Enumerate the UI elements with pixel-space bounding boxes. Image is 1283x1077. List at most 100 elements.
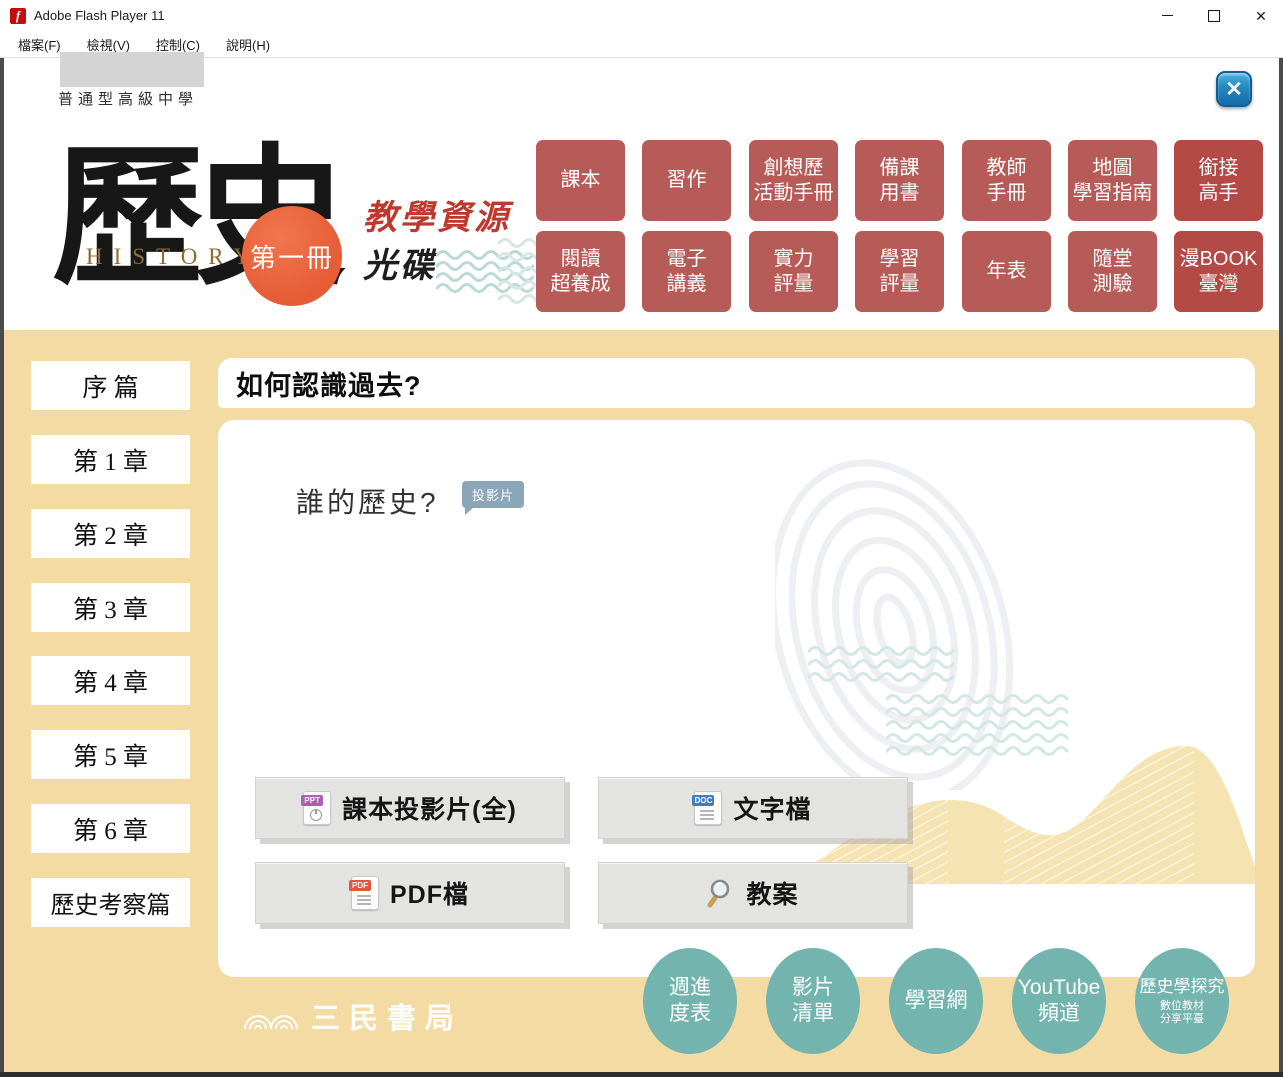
flash-player-icon: f [10,8,26,24]
resource-button-workbook[interactable]: 習作 [642,140,731,221]
sidebar-item-intro[interactable]: 序 篇 [31,361,190,410]
window-close-button[interactable]: ✕ [1238,0,1283,31]
window-border-right [1279,58,1283,1077]
sidebar-label: 第 5 章 [73,737,148,773]
pdf-icon-label: PDF [349,880,371,891]
resource-label: 課本 [561,168,601,193]
weekly-progress-button[interactable]: 週進 度表 [643,948,737,1054]
youtube-channel-button[interactable]: YouTube 頻道 [1012,948,1106,1054]
doc-file-icon: DOC [694,791,722,825]
learning-web-button[interactable]: 學習網 [889,948,983,1054]
resource-label: 習作 [667,168,707,193]
sidebar-label: 第 6 章 [73,811,148,847]
circle-label: 清單 [792,1001,834,1027]
resource-label: 手冊 [987,181,1027,206]
lesson-plan-button[interactable]: 教案 [598,862,908,924]
file-button-label: 教案 [746,875,798,911]
app-close-icon: ✕ [1225,77,1243,102]
circle-label: 週進 [669,975,711,1001]
subject-logo-english: HISTORY [86,244,261,270]
sidebar-item-chapter-2[interactable]: 第 2 章 [31,509,190,558]
resource-button-lesson-prep-book[interactable]: 備課用書 [855,140,944,221]
resource-label: 臺灣 [1199,272,1239,297]
topic-item[interactable]: 誰的歷史? [296,481,439,521]
minimize-button[interactable] [1144,0,1190,31]
publisher-arches-icon [243,1001,299,1031]
resource-label: 講義 [667,272,707,297]
resource-label: 電子 [667,247,707,272]
resource-label: 閱讀 [561,247,601,272]
taskbar-sliver [0,1072,1283,1077]
app-close-button[interactable]: ✕ [1216,71,1252,107]
title-bar: f Adobe Flash Player 11 ✕ [0,0,1283,32]
maximize-button[interactable] [1191,0,1237,31]
file-button-label: 課本投影片(全) [342,790,517,826]
resource-label: 學習 [880,247,920,272]
circle-sublabel: 數位教材分享平臺 [1160,1000,1204,1026]
resource-label: 地圖 [1093,156,1133,181]
school-logo-redacted [60,52,204,87]
resource-button-teacher-manual[interactable]: 教師手冊 [962,140,1051,221]
resource-label: 教師 [987,156,1027,181]
text-file-button[interactable]: DOC 文字檔 [598,777,908,839]
pie-glyph [310,809,322,821]
file-button-label: PDF檔 [390,875,469,911]
circle-sublabel-line: 分享平臺 [1160,1013,1204,1025]
menu-help[interactable]: 說明(H) [226,35,270,54]
text-lines-glyph [700,810,714,812]
slides-tag-label: 投影片 [472,485,514,504]
resource-button-bridging-expert[interactable]: 銜接高手 [1174,140,1263,221]
pdf-file-button[interactable]: PDF PDF檔 [255,862,565,924]
resource-label: 評量 [880,272,920,297]
maximize-icon [1208,10,1220,22]
school-name: 普通型高級中學 [58,88,198,109]
resource-button-e-lecture-notes[interactable]: 電子講義 [642,231,731,312]
resource-label: 超養成 [551,272,611,297]
pdf-file-icon: PDF [351,876,379,910]
tagline-resource: 教學資源 [363,190,511,239]
resource-button-activity-handbook[interactable]: 創想歷活動手冊 [749,140,838,221]
section-title: 如何認識過去? [236,364,422,403]
resource-label: 活動手冊 [754,181,834,206]
circle-label: 歷史學探究 [1140,977,1225,997]
volume-badge: 第一冊 [242,206,342,306]
resource-button-textbook[interactable]: 課本 [536,140,625,221]
resource-label: 高手 [1199,181,1239,206]
resource-label: 評量 [774,272,814,297]
history-inquiry-platform-button[interactable]: 歷史學探究 數位教材分享平臺 [1135,948,1229,1054]
sidebar-item-chapter-4[interactable]: 第 4 章 [31,656,190,705]
resource-button-map-study-guide[interactable]: 地圖學習指南 [1068,140,1157,221]
resource-label: 實力 [774,247,814,272]
text-lines-glyph [357,895,371,897]
sidebar-item-chapter-6[interactable]: 第 6 章 [31,804,190,853]
menu-file[interactable]: 檔案(F) [18,35,61,54]
circle-label: YouTube [1018,975,1101,1001]
sidebar-item-chapter-1[interactable]: 第 1 章 [31,435,190,484]
video-list-button[interactable]: 影片 清單 [766,948,860,1054]
circle-label: 學習網 [905,988,968,1014]
circle-sublabel-line: 數位教材 [1160,1000,1204,1012]
resource-button-quiz[interactable]: 隨堂測驗 [1068,231,1157,312]
sidebar-label: 序 篇 [82,368,138,404]
tagline-disc: 光碟 [363,238,437,287]
volume-label: 第一冊 [250,238,334,275]
sidebar-item-field-study[interactable]: 歷史考察篇 [31,878,190,927]
resource-button-learning-assessment[interactable]: 學習評量 [855,231,944,312]
resource-label: 隨堂 [1093,247,1133,272]
slides-all-button[interactable]: PPT 課本投影片(全) [255,777,565,839]
resource-button-timeline[interactable]: 年表 [962,231,1051,312]
minimize-icon [1162,15,1173,16]
sidebar-label: 第 3 章 [73,590,148,626]
resource-button-reading-booster[interactable]: 閱讀超養成 [536,231,625,312]
resource-button-manbook-taiwan[interactable]: 漫BOOK臺灣 [1174,231,1263,312]
sidebar-item-chapter-3[interactable]: 第 3 章 [31,583,190,632]
window-title: Adobe Flash Player 11 [34,0,165,32]
wave-decoration-a [808,646,966,684]
section-header: 如何認識過去? [218,358,1255,408]
resource-button-ability-assessment[interactable]: 實力評量 [749,231,838,312]
sidebar-item-chapter-5[interactable]: 第 5 章 [31,730,190,779]
circle-label: 度表 [669,1001,711,1027]
resource-label: 用書 [880,181,920,206]
resource-label: 漫BOOK [1180,247,1258,272]
slides-tag: 投影片 [462,481,524,508]
